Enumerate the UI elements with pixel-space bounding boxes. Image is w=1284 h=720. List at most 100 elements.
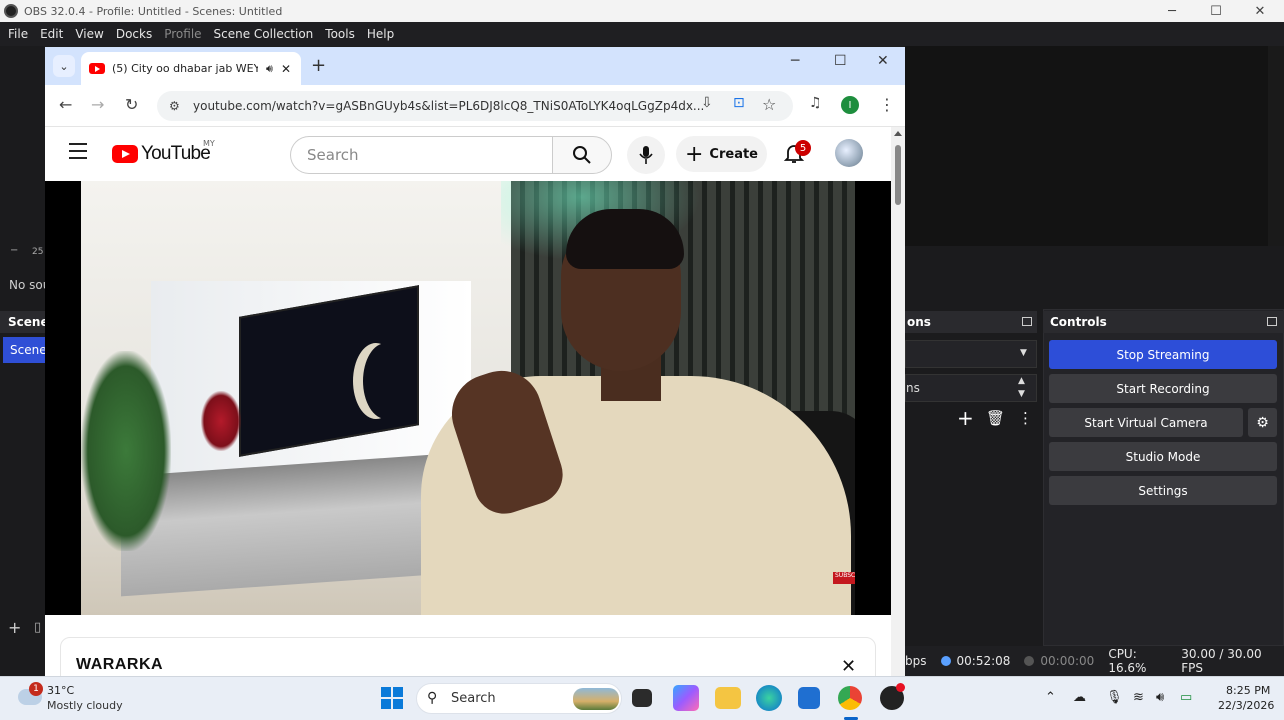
chevron-down-icon: ▼	[1020, 348, 1027, 358]
browser-tab[interactable]: (5) City oo dhabar jab WEYN 🔊︎ ✕	[81, 52, 301, 85]
chevron-up-icon[interactable]: ▲	[1018, 376, 1025, 386]
more-vertical-icon[interactable]: ⋮	[1018, 409, 1033, 427]
windows-start-icon[interactable]	[381, 687, 403, 709]
bitrate-label: bps	[905, 654, 927, 668]
maximize-icon[interactable]: ☐	[1194, 0, 1238, 22]
create-label: Create	[709, 146, 758, 162]
record-timer: 00:00:00	[1024, 654, 1094, 668]
microphone-icon	[639, 146, 653, 164]
clock-time[interactable]: 8:25 PM	[1226, 684, 1270, 697]
tab-close-icon[interactable]: ✕	[281, 62, 291, 76]
menu-edit[interactable]: Edit	[34, 27, 69, 41]
weather-alert-badge: 1	[29, 682, 43, 696]
battery-icon[interactable]: ▭	[1180, 690, 1192, 705]
obs-preview-scrollbar[interactable]	[1268, 46, 1284, 246]
taskbar-search-box[interactable]: ⚲ Search	[416, 683, 622, 714]
maximize-icon[interactable]: ☐	[834, 53, 847, 69]
chrome-icon[interactable]	[838, 686, 862, 710]
weather-temperature[interactable]: 31°C	[47, 684, 74, 697]
cloud-off-icon[interactable]: ☁	[1073, 690, 1086, 705]
menu-docks[interactable]: Docks	[110, 27, 158, 41]
media-control-icon[interactable]: ♫	[809, 95, 822, 111]
gear-icon[interactable]: ⚙	[1248, 408, 1277, 437]
address-bar[interactable]: ⚙ youtube.com/watch?v=gASBnGUyb4s&list=P…	[157, 91, 793, 121]
microphone-icon[interactable]: 🎙︎	[1106, 690, 1123, 705]
clock-date[interactable]: 22/3/2026	[1218, 699, 1274, 712]
bookmark-star-icon[interactable]: ☆	[762, 95, 776, 114]
back-icon[interactable]: ←	[59, 95, 72, 114]
zoom-minus-icon[interactable]: −	[10, 245, 18, 256]
obs-menu-bar: File Edit View Docks Profile Scene Colle…	[0, 22, 1284, 46]
close-icon[interactable]: ✕	[877, 53, 889, 69]
plus-icon: +	[684, 141, 704, 167]
account-avatar[interactable]	[835, 139, 863, 167]
scrollbar-thumb[interactable]	[895, 145, 901, 205]
create-button[interactable]: + Create	[676, 136, 767, 172]
start-recording-button[interactable]: Start Recording	[1049, 374, 1277, 403]
reload-icon[interactable]: ↻	[125, 95, 138, 114]
edge-browser-icon[interactable]	[756, 685, 782, 711]
dock-float-icon[interactable]	[1022, 317, 1032, 326]
obs-window-title: OBS 32.0.4 - Profile: Untitled - Scenes:…	[24, 4, 283, 18]
search-button[interactable]	[552, 136, 612, 174]
hamburger-menu-icon[interactable]	[69, 143, 87, 164]
youtube-masthead: YouTube MY Search + Create 5	[45, 127, 891, 181]
chrome-window: ⌄ (5) City oo dhabar jab WEYN 🔊︎ ✕ + ─ ☐…	[45, 47, 905, 676]
chrome-toolbar: ← → ↻ ⚙ youtube.com/watch?v=gASBnGUyb4s&…	[45, 85, 905, 127]
youtube-logo[interactable]: YouTube	[112, 143, 211, 165]
volume-icon[interactable]: 🔊︎	[1156, 690, 1164, 705]
tab-search-icon[interactable]: ⌄	[53, 55, 75, 77]
chevron-up-icon[interactable]: ⌃	[1045, 690, 1056, 705]
menu-file[interactable]: File	[2, 27, 34, 41]
youtube-logo-icon	[112, 145, 138, 163]
trash-icon[interactable]: 🗑	[986, 409, 1005, 427]
controls-dock-title: Controls	[1043, 311, 1284, 333]
wifi-icon[interactable]: ≋	[1133, 690, 1144, 705]
youtube-favicon-icon	[89, 63, 105, 74]
video-player[interactable]: SUBSCRIBE	[45, 181, 891, 615]
close-icon[interactable]: ✕	[841, 656, 856, 676]
remove-scene-icon[interactable]: ▯	[34, 620, 41, 635]
install-app-icon[interactable]: ⇩	[701, 95, 713, 111]
profile-avatar[interactable]: I	[841, 96, 859, 114]
minimize-icon[interactable]: ─	[1150, 0, 1194, 22]
settings-button[interactable]: Settings	[1049, 476, 1277, 505]
task-view-icon[interactable]	[632, 689, 652, 707]
voice-search-button[interactable]	[627, 136, 665, 174]
menu-scene-collection[interactable]: Scene Collection	[208, 27, 320, 41]
record-icon	[1024, 656, 1035, 666]
taskbar-search-label: Search	[451, 691, 496, 706]
source-type-select[interactable]: ▼	[905, 340, 1037, 368]
chrome-tab-strip: ⌄ (5) City oo dhabar jab WEYN 🔊︎ ✕ + ─ ☐…	[45, 47, 905, 85]
stop-streaming-button[interactable]: Stop Streaming	[1049, 340, 1277, 369]
description-panel: WARARKA ✕	[60, 637, 876, 676]
studio-mode-button[interactable]: Studio Mode	[1049, 442, 1277, 471]
new-tab-icon[interactable]: +	[311, 55, 326, 76]
obs-preview-area[interactable]	[905, 46, 1284, 246]
site-info-icon[interactable]: ⚙	[169, 99, 180, 113]
close-icon[interactable]: ✕	[1238, 0, 1282, 22]
more-vertical-icon[interactable]: ⋮	[879, 95, 895, 114]
lens-icon[interactable]: ⊡	[733, 95, 745, 111]
dock-float-icon[interactable]	[1267, 317, 1277, 326]
source-property-field[interactable]: ns ▲ ▼	[905, 374, 1037, 402]
add-scene-icon[interactable]: +	[8, 618, 21, 637]
scene-list-item[interactable]: Scene	[3, 337, 47, 363]
scroll-up-icon[interactable]	[894, 131, 902, 136]
menu-view[interactable]: View	[69, 27, 109, 41]
speaker-icon[interactable]: 🔊︎	[266, 62, 273, 76]
chevron-down-icon[interactable]: ▼	[1018, 389, 1025, 399]
start-virtual-camera-button[interactable]: Start Virtual Camera	[1049, 408, 1243, 437]
microsoft-store-icon[interactable]	[798, 687, 820, 709]
recording-indicator-icon	[896, 683, 905, 692]
add-source-icon[interactable]: +	[957, 406, 974, 430]
youtube-search-input[interactable]: Search	[290, 136, 552, 174]
minimize-icon[interactable]: ─	[791, 53, 799, 69]
menu-tools[interactable]: Tools	[319, 27, 361, 41]
page-scrollbar[interactable]	[891, 127, 905, 676]
file-explorer-icon[interactable]	[715, 687, 741, 709]
weather-description[interactable]: Mostly cloudy	[47, 699, 123, 712]
menu-help[interactable]: Help	[361, 27, 400, 41]
copilot-icon[interactable]	[673, 685, 699, 711]
search-icon: ⚲	[427, 690, 438, 706]
